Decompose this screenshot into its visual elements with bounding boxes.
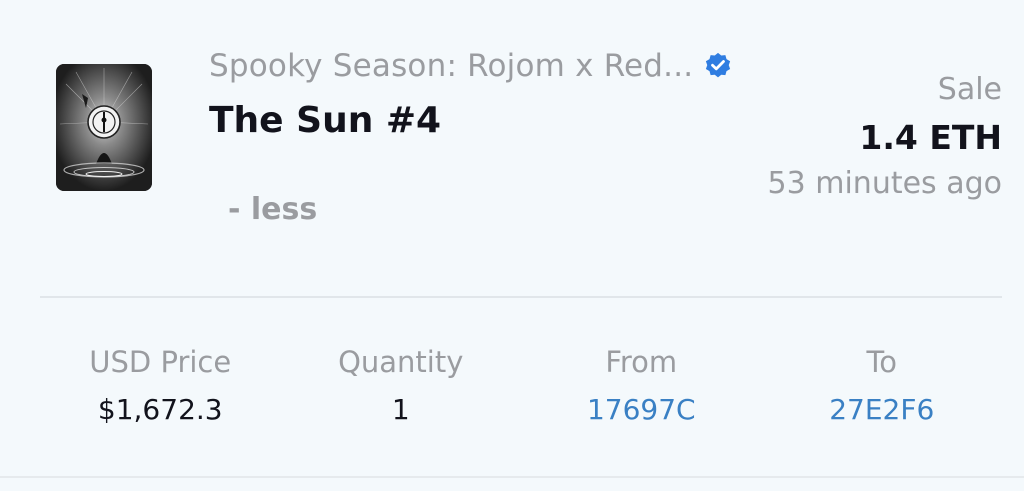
show-less-toggle[interactable]: - less [228,192,317,227]
quantity-value: 1 [391,393,410,426]
nft-artwork-image [56,64,152,191]
sale-details-row: USD Price $1,672.3 Quantity 1 From 17697… [40,338,1002,434]
sale-price: 1.4 ETH [859,118,1002,157]
collection-name: Spooky Season: Rojom x Red... [209,48,694,84]
quantity-stat: Quantity 1 [281,338,522,434]
verified-badge-icon [706,52,731,78]
sale-activity-card: Spooky Season: Rojom x Red... The Sun #4… [0,0,1024,491]
nft-item-name[interactable]: The Sun #4 [209,100,441,141]
nft-thumbnail[interactable] [56,64,152,191]
to-label: To [866,345,898,379]
usd-price-label: USD Price [89,345,232,379]
to-address-link[interactable]: 27E2F6 [762,386,1003,434]
sale-timestamp[interactable]: 53 minutes ago [768,166,1002,202]
from-address-link[interactable]: 17697C [521,386,762,434]
usd-price-value: $1,672.3 [97,393,223,426]
event-type-label: Sale [937,72,1002,107]
card-bottom-divider [0,476,1024,478]
quantity-label: Quantity [338,345,464,379]
from-label: From [605,345,678,379]
to-stat: To 27E2F6 [762,338,1003,434]
collection-link[interactable]: Spooky Season: Rojom x Red... [209,44,733,88]
sale-summary: Sale 1.4 ETH 53 minutes ago [768,70,1002,202]
usd-price-stat: USD Price $1,672.3 [40,338,281,434]
section-divider [40,296,1002,298]
from-stat: From 17697C [521,338,762,434]
